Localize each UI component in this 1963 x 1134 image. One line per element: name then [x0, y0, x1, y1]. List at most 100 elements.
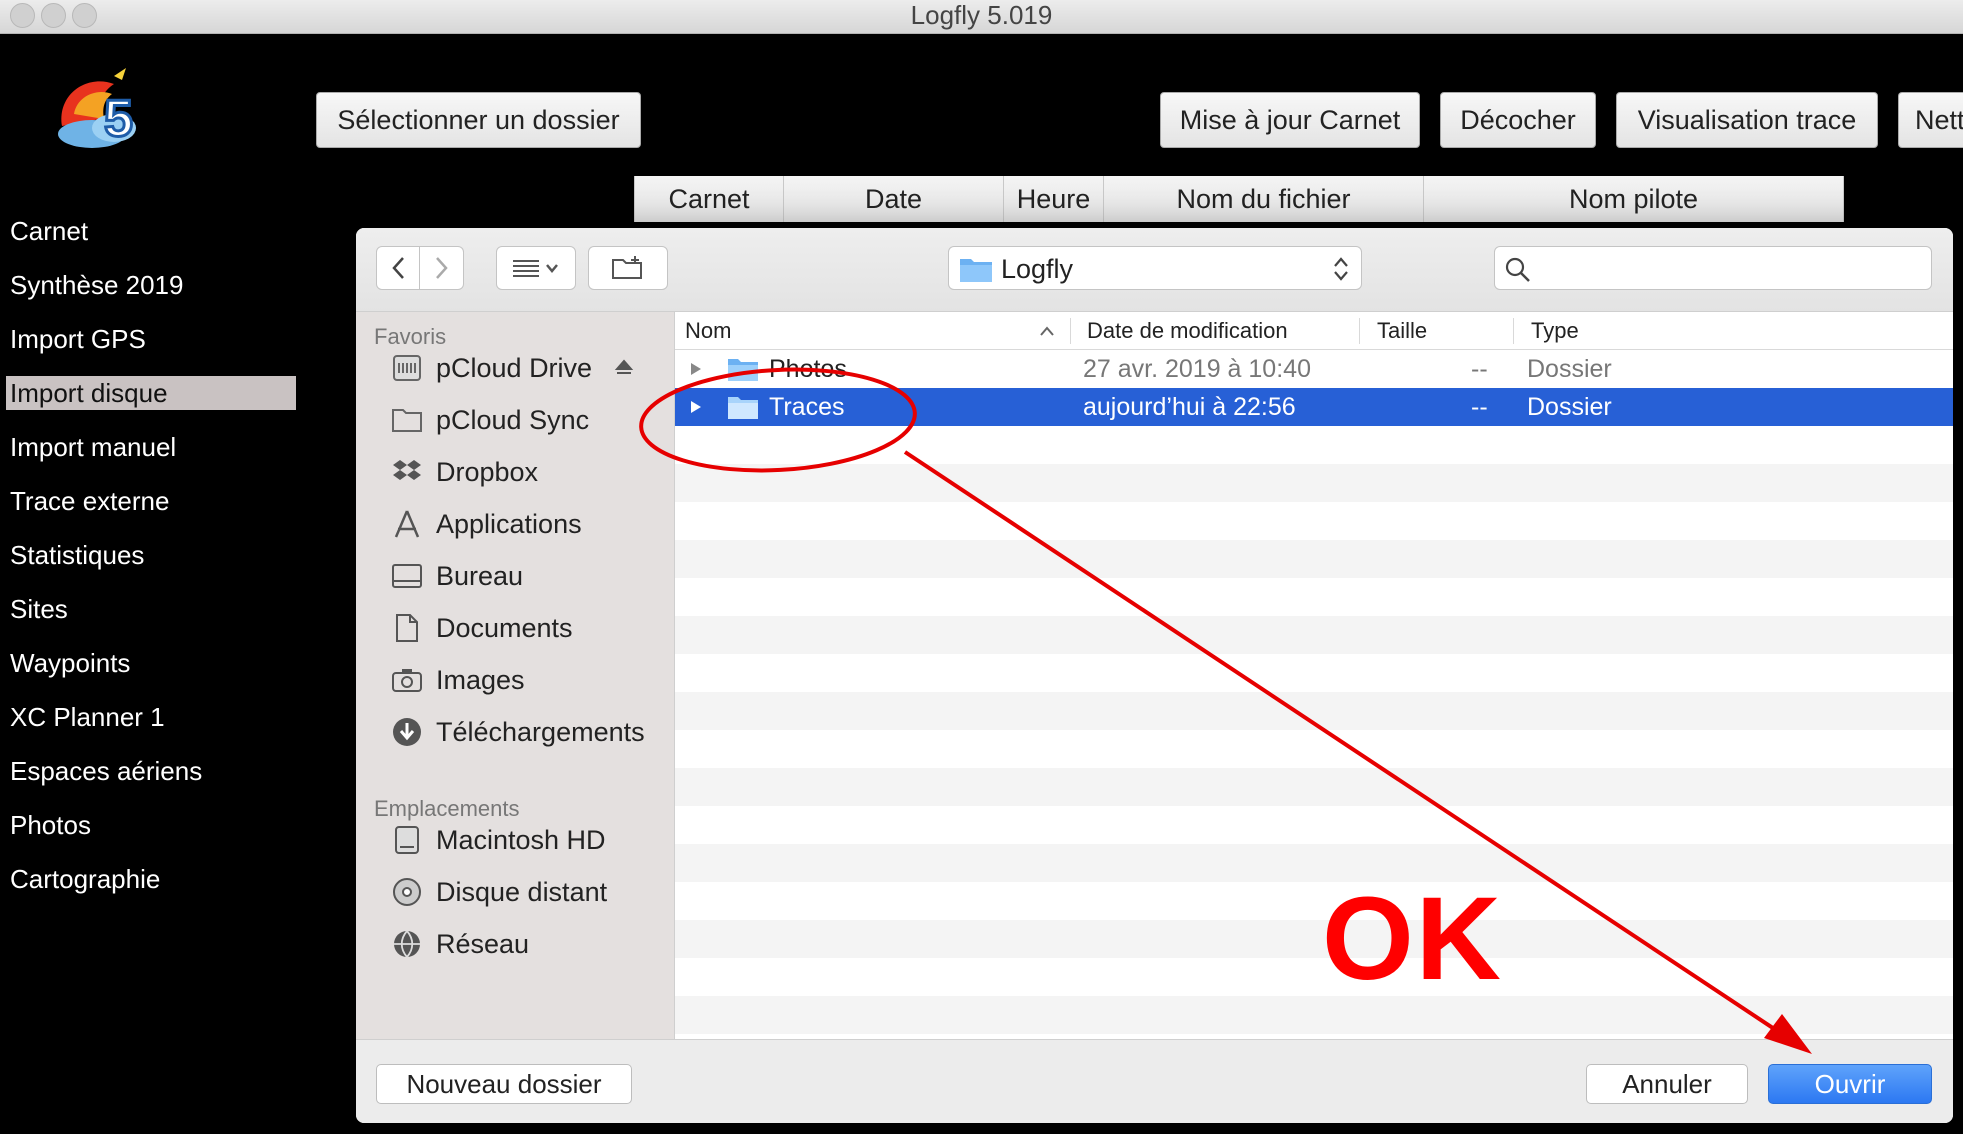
disclosure-triangle-icon[interactable] — [689, 362, 703, 376]
favorite-label: Bureau — [436, 560, 524, 591]
path-popup-label: Logfly — [1001, 254, 1074, 284]
new-folder-button[interactable]: Nouveau dossier — [376, 1064, 632, 1104]
window-title: Logfly 5.019 — [910, 0, 1053, 30]
sort-ascending-icon — [1040, 326, 1054, 336]
column-header-nom-fichier[interactable]: Nom du fichier — [1104, 176, 1424, 222]
favorites-sidebar: Favoris pCloud Drive pCloud Sync Dropbox… — [356, 312, 674, 1039]
file-list: Nom Date de modification Taille Type Pho… — [674, 312, 1953, 1039]
sidebar-item-espaces-aeriens[interactable]: Espaces aériens — [6, 754, 296, 788]
file-size: -- — [1471, 355, 1488, 383]
dropbox-icon — [393, 460, 421, 480]
sidebar-item-pcloud-sync[interactable]: pCloud Sync — [392, 402, 589, 438]
file-size: -- — [1471, 393, 1488, 421]
folder-icon — [960, 259, 992, 282]
view-track-button[interactable]: Visualisation trace — [1616, 92, 1878, 148]
dialog-toolbar: Logfly — [356, 228, 1953, 312]
column-header-date-modification[interactable]: Date de modification — [1087, 312, 1288, 350]
sidebar-item-import-gps[interactable]: Import GPS — [6, 322, 296, 356]
sidebar-item-photos[interactable]: Photos — [6, 808, 296, 842]
ok-annotation-label: OK — [1322, 873, 1503, 1005]
file-modified: 27 avr. 2019 à 10:40 — [1083, 355, 1311, 383]
sidebar-item-applications[interactable]: Applications — [392, 506, 582, 542]
sidebar-item-images[interactable]: Images — [392, 662, 525, 698]
sidebar-item-dropbox[interactable]: Dropbox — [392, 454, 538, 490]
sidebar-item-synthese[interactable]: Synthèse 2019 — [6, 268, 296, 302]
folder-icon — [392, 409, 422, 432]
sidebar-item-macintosh-hd[interactable]: Macintosh HD — [392, 822, 606, 858]
clean-button[interactable]: Nett — [1898, 92, 1963, 148]
network-icon — [394, 930, 420, 958]
column-header-nom-pilote[interactable]: Nom pilote — [1424, 176, 1844, 222]
open-button[interactable]: Ouvrir — [1768, 1064, 1932, 1104]
path-popup[interactable]: Logfly — [948, 246, 1362, 290]
back-button[interactable] — [376, 246, 420, 290]
column-header-nom[interactable]: Nom — [685, 312, 731, 350]
forward-button[interactable] — [420, 246, 464, 290]
open-folder-dialog: Logfly Favoris pCloud Drive pCloud Sync … — [356, 228, 1953, 1123]
file-list-header: Nom Date de modification Taille Type — [675, 312, 1953, 350]
sidebar-item-import-manuel[interactable]: Import manuel — [6, 430, 296, 464]
sidebar-item-reseau[interactable]: Réseau — [392, 926, 529, 962]
sidebar-item-xc-planner[interactable]: XC Planner 1 — [6, 700, 296, 734]
folder-plus-icon — [612, 256, 642, 279]
dialog-footer: Nouveau dossier Annuler Ouvrir — [356, 1039, 1953, 1123]
sidebar-item-waypoints[interactable]: Waypoints — [6, 646, 296, 680]
camera-icon — [392, 669, 422, 692]
location-label: Macintosh HD — [436, 824, 606, 855]
updown-chevron-icon — [1334, 257, 1348, 281]
sidebar-item-import-disque[interactable]: Import disque — [6, 376, 296, 410]
file-name: Photos — [769, 355, 847, 383]
logfly-logo-icon: 5 — [58, 68, 136, 150]
new-folder-toolbar-button[interactable] — [588, 246, 668, 290]
chevron-left-icon — [392, 257, 404, 279]
favorite-label: pCloud Sync — [436, 404, 590, 435]
sidebar-item-documents[interactable]: Documents — [392, 610, 573, 646]
sidebar-item-statistiques[interactable]: Statistiques — [6, 538, 296, 572]
location-label: Disque distant — [436, 876, 608, 907]
search-icon — [1505, 257, 1530, 282]
location-label: Réseau — [436, 928, 530, 959]
column-header-type[interactable]: Type — [1531, 312, 1579, 350]
applications-icon — [394, 510, 420, 538]
sidebar-item-trace-externe[interactable]: Trace externe — [6, 484, 296, 518]
sidebar-item-cartographie[interactable]: Cartographie — [6, 862, 296, 896]
view-options-button[interactable] — [496, 246, 576, 290]
sidebar-item-carnet[interactable]: Carnet — [6, 214, 296, 248]
sidebar-item-disque-distant[interactable]: Disque distant — [392, 874, 607, 910]
svg-text:5: 5 — [104, 90, 133, 148]
file-modified: aujourd’hui à 22:56 — [1083, 393, 1296, 421]
sidebar-item-telechargements[interactable]: Téléchargements — [392, 714, 645, 750]
disclosure-triangle-icon[interactable] — [689, 400, 703, 414]
eject-icon[interactable] — [614, 358, 634, 378]
favorite-label: Téléchargements — [436, 716, 645, 747]
desktop-icon — [392, 564, 422, 588]
file-name: Traces — [769, 393, 845, 421]
select-folder-button[interactable]: Sélectionner un dossier — [316, 92, 641, 148]
pcloud-drive-icon — [393, 355, 421, 381]
file-row-traces[interactable]: Traces aujourd’hui à 22:56 -- Dossier — [675, 388, 1953, 426]
sidebar-item-pcloud-drive[interactable]: pCloud Drive — [392, 350, 634, 386]
favorite-label: Images — [436, 664, 525, 695]
documents-icon — [396, 614, 418, 642]
sidebar-item-bureau[interactable]: Bureau — [392, 558, 523, 594]
cancel-button[interactable]: Annuler — [1586, 1064, 1748, 1104]
file-row-photos[interactable]: Photos 27 avr. 2019 à 10:40 -- Dossier — [675, 350, 1953, 388]
update-logbook-button[interactable]: Mise à jour Carnet — [1160, 92, 1420, 148]
file-type: Dossier — [1527, 355, 1612, 383]
sidebar-item-sites[interactable]: Sites — [6, 592, 296, 626]
favorite-label: Dropbox — [436, 456, 539, 487]
download-icon — [393, 718, 421, 746]
folder-icon — [728, 397, 758, 419]
column-header-taille[interactable]: Taille — [1377, 312, 1427, 350]
disc-icon — [393, 878, 421, 906]
column-header-date[interactable]: Date — [784, 176, 1004, 222]
favorite-label: pCloud Drive — [436, 352, 593, 383]
search-input[interactable] — [1494, 246, 1932, 290]
favorite-label: Documents — [436, 612, 573, 643]
file-type: Dossier — [1527, 393, 1612, 421]
uncheck-button[interactable]: Décocher — [1440, 92, 1596, 148]
list-view-icon — [513, 260, 558, 277]
locations-heading: Emplacements — [374, 796, 520, 821]
column-header-heure[interactable]: Heure — [1004, 176, 1104, 222]
column-header-carnet[interactable]: Carnet — [634, 176, 784, 222]
